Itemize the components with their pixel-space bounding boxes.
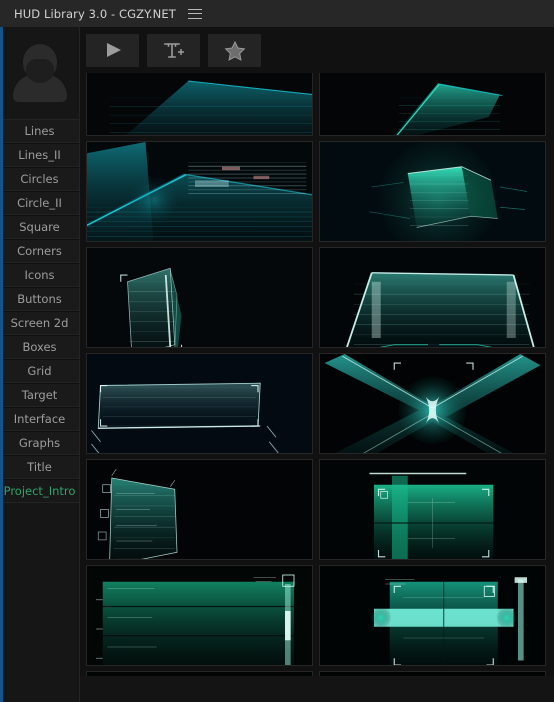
thumbnail-tile[interactable] — [319, 247, 546, 348]
hamburger-line — [187, 8, 202, 10]
sidebar-item-target[interactable]: Target — [0, 383, 79, 407]
footer-strip — [80, 676, 554, 702]
thumbnail-art — [87, 354, 312, 453]
thumbnail-art — [320, 354, 545, 453]
thumbnail-tile[interactable] — [319, 141, 546, 242]
thumbnail-tile[interactable] — [86, 671, 313, 676]
thumbnail-art — [320, 73, 545, 135]
thumbnail-tile[interactable] — [319, 565, 546, 666]
sidebar-item-label: Buttons — [17, 292, 62, 306]
user-avatar-silhouette-icon[interactable] — [9, 42, 71, 104]
star-icon — [224, 40, 245, 61]
avatar-face — [25, 59, 54, 83]
sidebar-item-interface[interactable]: Interface — [0, 407, 79, 431]
sidebar-item-title[interactable]: Title — [0, 455, 79, 479]
window-title: HUD Library 3.0 - CGZY.NET — [14, 6, 176, 21]
body-split: Lines Lines_II Circles Circle_II Square Corne… — [0, 27, 554, 702]
sidebar-item-square[interactable]: Square — [0, 215, 79, 239]
thumbnail-grid — [86, 73, 546, 676]
sidebar-item-buttons[interactable]: Buttons — [0, 287, 79, 311]
sidebar-nav-list: Lines Lines_II Circles Circle_II Square Corne… — [0, 119, 79, 503]
thumbnail-tile[interactable] — [86, 141, 313, 242]
thumbnail-art — [87, 460, 312, 559]
thumbnail-tile[interactable] — [319, 459, 546, 560]
content-panel — [80, 27, 554, 702]
sidebar-item-graphs[interactable]: Graphs — [0, 431, 79, 455]
sidebar-item-label: Interface — [13, 412, 66, 426]
sidebar-item-label: Icons — [24, 268, 55, 282]
thumbnail-art — [320, 142, 545, 241]
thumbnail-art — [320, 566, 545, 665]
sidebar-item-label: Project_Intro — [3, 484, 76, 498]
play-button[interactable] — [86, 33, 139, 67]
avatar-container — [0, 27, 79, 119]
favorite-button[interactable] — [208, 33, 261, 67]
add-text-button[interactable] — [147, 33, 200, 67]
thumbnail-tile[interactable] — [86, 247, 313, 348]
sidebar-item-label: Lines_II — [18, 148, 61, 162]
thumbnail-tile[interactable] — [86, 565, 313, 666]
sidebar-item-grid[interactable]: Grid — [0, 359, 79, 383]
thumbnail-tile[interactable] — [86, 73, 313, 136]
sidebar-item-screen-2d[interactable]: Screen 2d — [0, 311, 79, 335]
toolbar — [80, 27, 554, 73]
sidebar-item-label: Target — [21, 388, 58, 402]
sidebar-item-label: Graphs — [18, 436, 61, 450]
thumbnail-art — [87, 248, 312, 347]
sidebar-item-boxes[interactable]: Boxes — [0, 335, 79, 359]
sidebar-item-circles[interactable]: Circles — [0, 167, 79, 191]
sidebar-item-label: Title — [27, 460, 52, 474]
thumbnail-tile[interactable] — [319, 353, 546, 454]
thumbnail-art — [87, 73, 312, 135]
thumbnail-art — [320, 248, 545, 347]
sidebar-item-corners[interactable]: Corners — [0, 239, 79, 263]
thumbnail-tile[interactable] — [319, 73, 546, 136]
sidebar-item-circle-ii[interactable]: Circle_II — [0, 191, 79, 215]
sidebar-item-label: Screen 2d — [10, 316, 69, 330]
thumbnail-art — [320, 460, 545, 559]
sidebar-item-label: Corners — [17, 244, 62, 258]
sidebar-item-label: Boxes — [22, 340, 57, 354]
title-bar: HUD Library 3.0 - CGZY.NET — [0, 0, 554, 27]
sidebar-item-lines-ii[interactable]: Lines_II — [0, 143, 79, 167]
sidebar-item-label: Circles — [20, 172, 59, 186]
sidebar-item-label: Grid — [27, 364, 52, 378]
play-icon — [106, 43, 121, 57]
thumbnail-art — [320, 672, 545, 676]
text-plus-icon — [163, 43, 184, 58]
sidebar-item-label: Lines — [24, 124, 55, 138]
sidebar-item-label: Square — [19, 220, 60, 234]
thumbnail-art — [87, 672, 312, 676]
thumbnail-tile[interactable] — [319, 671, 546, 676]
hamburger-line — [187, 17, 202, 19]
thumbnail-art — [87, 142, 312, 241]
left-accent-strip — [0, 27, 3, 702]
thumbnail-tile[interactable] — [86, 353, 313, 454]
hamburger-line — [187, 13, 202, 14]
thumbnail-art — [87, 566, 312, 665]
hamburger-icon[interactable] — [187, 8, 202, 20]
sidebar-item-label: Circle_II — [17, 196, 62, 210]
application-window: HUD Library 3.0 - CGZY.NET Lines Lines_II… — [0, 0, 554, 702]
thumbnail-scroll-area[interactable] — [80, 73, 554, 676]
sidebar-item-icons[interactable]: Icons — [0, 263, 79, 287]
sidebar-item-lines[interactable]: Lines — [0, 119, 79, 143]
sidebar: Lines Lines_II Circles Circle_II Square Corne… — [0, 27, 80, 702]
sidebar-item-project-intro[interactable]: Project_Intro — [0, 479, 79, 503]
thumbnail-tile[interactable] — [86, 459, 313, 560]
